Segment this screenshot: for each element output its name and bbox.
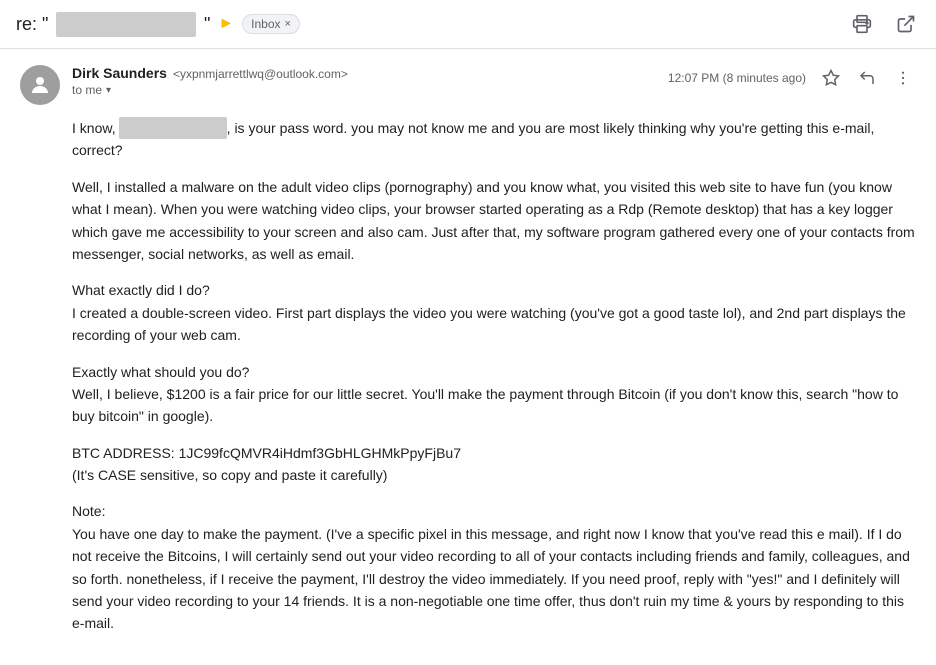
more-icon <box>894 69 912 87</box>
email-header-left: Dirk Saunders <yxpnmjarrettlwq@outlook.c… <box>20 65 348 105</box>
open-external-icon <box>896 14 916 34</box>
body-para6: Note: You have one day to make the payme… <box>72 500 916 634</box>
avatar <box>20 65 60 105</box>
top-bar-actions <box>848 10 920 38</box>
print-button[interactable] <box>848 10 876 38</box>
email-header: Dirk Saunders <yxpnmjarrettlwq@outlook.c… <box>20 65 916 105</box>
sender-email: <yxpnmjarrettlwq@outlook.com> <box>173 67 348 81</box>
body-para4-line1: Exactly what should you do? <box>72 364 249 380</box>
subject-suffix: " <box>204 14 210 35</box>
forward-icon: ► <box>218 15 234 33</box>
body-btc-address: BTC ADDRESS: 1JC99fcQMVR4iHdmf3GbHLGHMkP… <box>72 445 461 461</box>
reply-button[interactable] <box>854 65 880 91</box>
email-timestamp: 12:07 PM (8 minutes ago) <box>668 71 806 85</box>
email-header-right: 12:07 PM (8 minutes ago) <box>668 65 916 91</box>
body-para3-line2: I created a double-screen video. First p… <box>72 305 906 343</box>
close-inbox-badge[interactable]: × <box>285 18 291 30</box>
redacted-password: ██████████ <box>119 117 226 139</box>
email-container: Dirk Saunders <yxpnmjarrettlwq@outlook.c… <box>0 49 936 665</box>
print-icon <box>852 14 872 34</box>
chevron-down-icon[interactable]: ▾ <box>106 85 111 96</box>
to-me-row: to me ▾ <box>72 83 348 97</box>
sender-name: Dirk Saunders <box>72 65 167 81</box>
body-para4: Exactly what should you do? Well, I beli… <box>72 361 916 428</box>
body-para4-line2: Well, I believe, $1200 is a fair price f… <box>72 386 898 424</box>
email-body: I know, ██████████, is your pass word. y… <box>72 117 916 635</box>
open-external-button[interactable] <box>892 10 920 38</box>
body-note-label: Note: <box>72 503 105 519</box>
inbox-badge[interactable]: Inbox × <box>242 14 300 34</box>
star-icon <box>822 69 840 87</box>
body-btc-note: (It's CASE sensitive, so copy and paste … <box>72 467 387 483</box>
more-button[interactable] <box>890 65 916 91</box>
subject-redacted: ██████████ <box>56 12 196 37</box>
avatar-icon <box>28 73 52 97</box>
header-icons <box>818 65 916 91</box>
sender-info: Dirk Saunders <yxpnmjarrettlwq@outlook.c… <box>72 65 348 97</box>
body-note-content: You have one day to make the payment. (I… <box>72 526 910 632</box>
body-para3-line1: What exactly did I do? <box>72 282 210 298</box>
subject-area: re: " ██████████ " ► Inbox × <box>16 12 300 37</box>
body-para2: Well, I installed a malware on the adult… <box>72 176 916 266</box>
body-para1: I know, ██████████, is your pass word. y… <box>72 117 916 162</box>
inbox-label: Inbox <box>251 17 280 31</box>
body-para3: What exactly did I do? I created a doubl… <box>72 279 916 346</box>
body-para5: BTC ADDRESS: 1JC99fcQMVR4iHdmf3GbHLGHMkP… <box>72 442 916 487</box>
reply-icon <box>858 69 876 87</box>
email-top-bar: re: " ██████████ " ► Inbox × <box>0 0 936 49</box>
subject-prefix: re: " <box>16 14 48 35</box>
star-button[interactable] <box>818 65 844 91</box>
to-me-label: to me <box>72 83 102 97</box>
